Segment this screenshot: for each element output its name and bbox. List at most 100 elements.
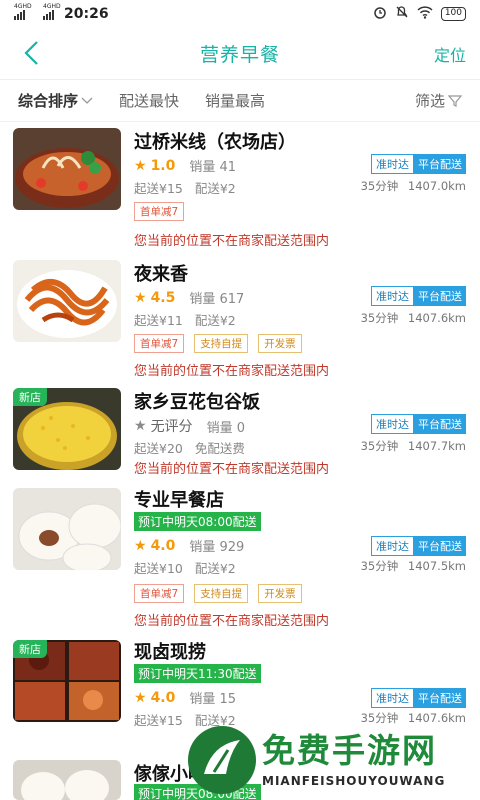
distance: 1407.6km (407, 311, 466, 325)
sort-label: 综合排序 (18, 92, 79, 110)
rating-score: 无评分 (150, 419, 193, 435)
delivery-fee: 配送¥2 (194, 181, 236, 196)
tag-ontime: 准时达 (371, 688, 414, 708)
chevron-down-icon (81, 97, 93, 104)
rating-score: 4.0 (150, 689, 176, 706)
delivery-info: 起送¥20 免配送费 (134, 438, 253, 457)
min-order: 起送¥15 (134, 713, 183, 728)
signal-icon: 4GHD (43, 3, 61, 20)
promo-tag: 支持自提 (194, 584, 249, 603)
funnel-icon (448, 94, 462, 107)
rating-score: 1.0 (150, 157, 176, 174)
time-distance: 35分钟 1407.5km (361, 558, 466, 574)
min-order: 起送¥20 (134, 441, 183, 456)
star-icon: ★ (134, 537, 147, 554)
status-bar: 4GHD 4GHD 20:26 100 (0, 0, 480, 28)
filter-button[interactable]: 筛选 (415, 90, 462, 111)
preorder-badge: 预订中明天08:00配送 (134, 512, 261, 531)
battery-icon: 100 (440, 7, 466, 21)
shop-card[interactable]: 夜来香 ★ 4.5 销量 617 准时达 平台配送 起送¥11 配送¥2 35分… (0, 254, 480, 382)
distance: 1407.0km (407, 179, 466, 193)
tag-platform: 平台配送 (414, 286, 466, 306)
header: 营养早餐 定位 (0, 28, 480, 80)
tag-platform: 平台配送 (414, 154, 466, 174)
sales-count: 销量 41 (189, 160, 237, 175)
delivery-tags: 准时达 平台配送 (371, 154, 466, 174)
rating-row: ★ 1.0 销量 41 (134, 156, 237, 176)
delivery-tags: 准时达 平台配送 (371, 414, 466, 434)
sales-count: 销量 15 (189, 692, 237, 707)
distance: 1407.7km (407, 439, 466, 453)
filter-bar: 综合排序 配送最快 销量最高 筛选 (0, 80, 480, 122)
delivery-fee: 免配送费 (194, 441, 245, 456)
out-of-range-notice: 您当前的位置不在商家配送范围内 (134, 462, 330, 477)
sort-sales[interactable]: 销量最高 (205, 90, 265, 111)
delivery-info: 起送¥10 配送¥2 (134, 558, 244, 577)
shop-card[interactable]: 专业早餐店 预订中明天08:00配送 ★ 4.0 销量 929 准时达 平台配送… (0, 482, 480, 634)
sort-fastest[interactable]: 配送最快 (119, 90, 179, 111)
tag-ontime: 准时达 (371, 154, 414, 174)
rating-row: ★ 无评分 销量 0 (134, 416, 245, 436)
out-of-range-notice: 您当前的位置不在商家配送范围内 (134, 614, 330, 629)
sort-dropdown[interactable]: 综合排序 (18, 90, 93, 111)
promo-tags: 首单减7 (134, 202, 185, 221)
delivery-time: 35分钟 (360, 559, 399, 573)
delivery-time: 35分钟 (360, 179, 399, 193)
wifi-icon (417, 5, 433, 23)
shop-card[interactable]: 新店 家乡豆花包谷饭 ★ 无评分 销量 0 准时达 平台配送 起送¥20 免配送… (0, 382, 480, 482)
locate-button[interactable]: 定位 (434, 42, 466, 66)
shop-image (13, 260, 121, 342)
delivery-tags: 准时达 平台配送 (371, 536, 466, 556)
watermark-logo-icon (188, 726, 256, 794)
shop-name: 夜来香 (134, 264, 188, 285)
shop-name: 现卤现捞 (134, 642, 206, 663)
new-store-badge: 新店 (13, 640, 47, 658)
tag-platform: 平台配送 (414, 536, 466, 556)
promo-tag: 支持自提 (194, 334, 249, 353)
shop-name: 专业早餐店 (134, 490, 224, 511)
star-icon: ★ (134, 289, 147, 306)
delivery-time: 35分钟 (360, 311, 399, 325)
new-store-badge: 新店 (13, 388, 47, 406)
rating-row: ★ 4.5 销量 617 (134, 288, 245, 308)
out-of-range-notice: 您当前的位置不在商家配送范围内 (134, 234, 330, 249)
watermark: 免费手游网 MIANFEISHOUYOUWANG (180, 718, 480, 800)
promo-tag: 开发票 (258, 584, 302, 603)
shop-image: 新店 (13, 388, 121, 470)
star-icon: ★ (134, 418, 147, 434)
out-of-range-notice: 您当前的位置不在商家配送范围内 (134, 364, 330, 379)
shop-card[interactable]: 过桥米线（农场店） ★ 1.0 销量 41 准时达 平台配送 起送¥15 配送¥… (0, 122, 480, 254)
rating-score: 4.5 (150, 289, 176, 306)
back-button[interactable] (18, 38, 48, 68)
shop-name: 过桥米线（农场店） (134, 132, 296, 153)
shop-name: 家乡豆花包谷饭 (134, 392, 260, 413)
sales-count: 销量 929 (189, 540, 245, 555)
promo-tag: 首单减7 (134, 584, 185, 603)
delivery-fee: 配送¥2 (194, 561, 236, 576)
time-distance: 35分钟 1407.6km (361, 310, 466, 326)
time-distance: 35分钟 1407.0km (361, 178, 466, 194)
delivery-fee: 配送¥2 (194, 313, 236, 328)
delivery-tags: 准时达 平台配送 (371, 688, 466, 708)
promo-tags: 首单减7 支持自提 开发票 (134, 584, 302, 603)
delivery-info: 起送¥11 配送¥2 (134, 310, 244, 329)
promo-tag: 开发票 (258, 334, 302, 353)
delivery-tags: 准时达 平台配送 (371, 286, 466, 306)
tag-ontime: 准时达 (371, 414, 414, 434)
chevron-left-icon (24, 41, 38, 65)
tag-ontime: 准时达 (371, 286, 414, 306)
preorder-badge: 预订中明天11:30配送 (134, 664, 261, 683)
promo-tag: 首单减7 (134, 202, 185, 221)
alarm-icon (373, 5, 387, 23)
delivery-time: 35分钟 (360, 439, 399, 453)
watermark-title: 免费手游网 (262, 731, 437, 770)
tag-platform: 平台配送 (414, 688, 466, 708)
rating-row: ★ 4.0 销量 929 (134, 536, 245, 556)
min-order: 起送¥15 (134, 181, 183, 196)
signal-icon: 4GHD (14, 3, 32, 20)
rating-row: ★ 4.0 销量 15 (134, 688, 237, 708)
watermark-subtitle: MIANFEISHOUYOUWANG (262, 774, 446, 788)
min-order: 起送¥10 (134, 561, 183, 576)
sales-count: 销量 617 (189, 292, 245, 307)
delivery-info: 起送¥15 配送¥2 (134, 178, 244, 197)
